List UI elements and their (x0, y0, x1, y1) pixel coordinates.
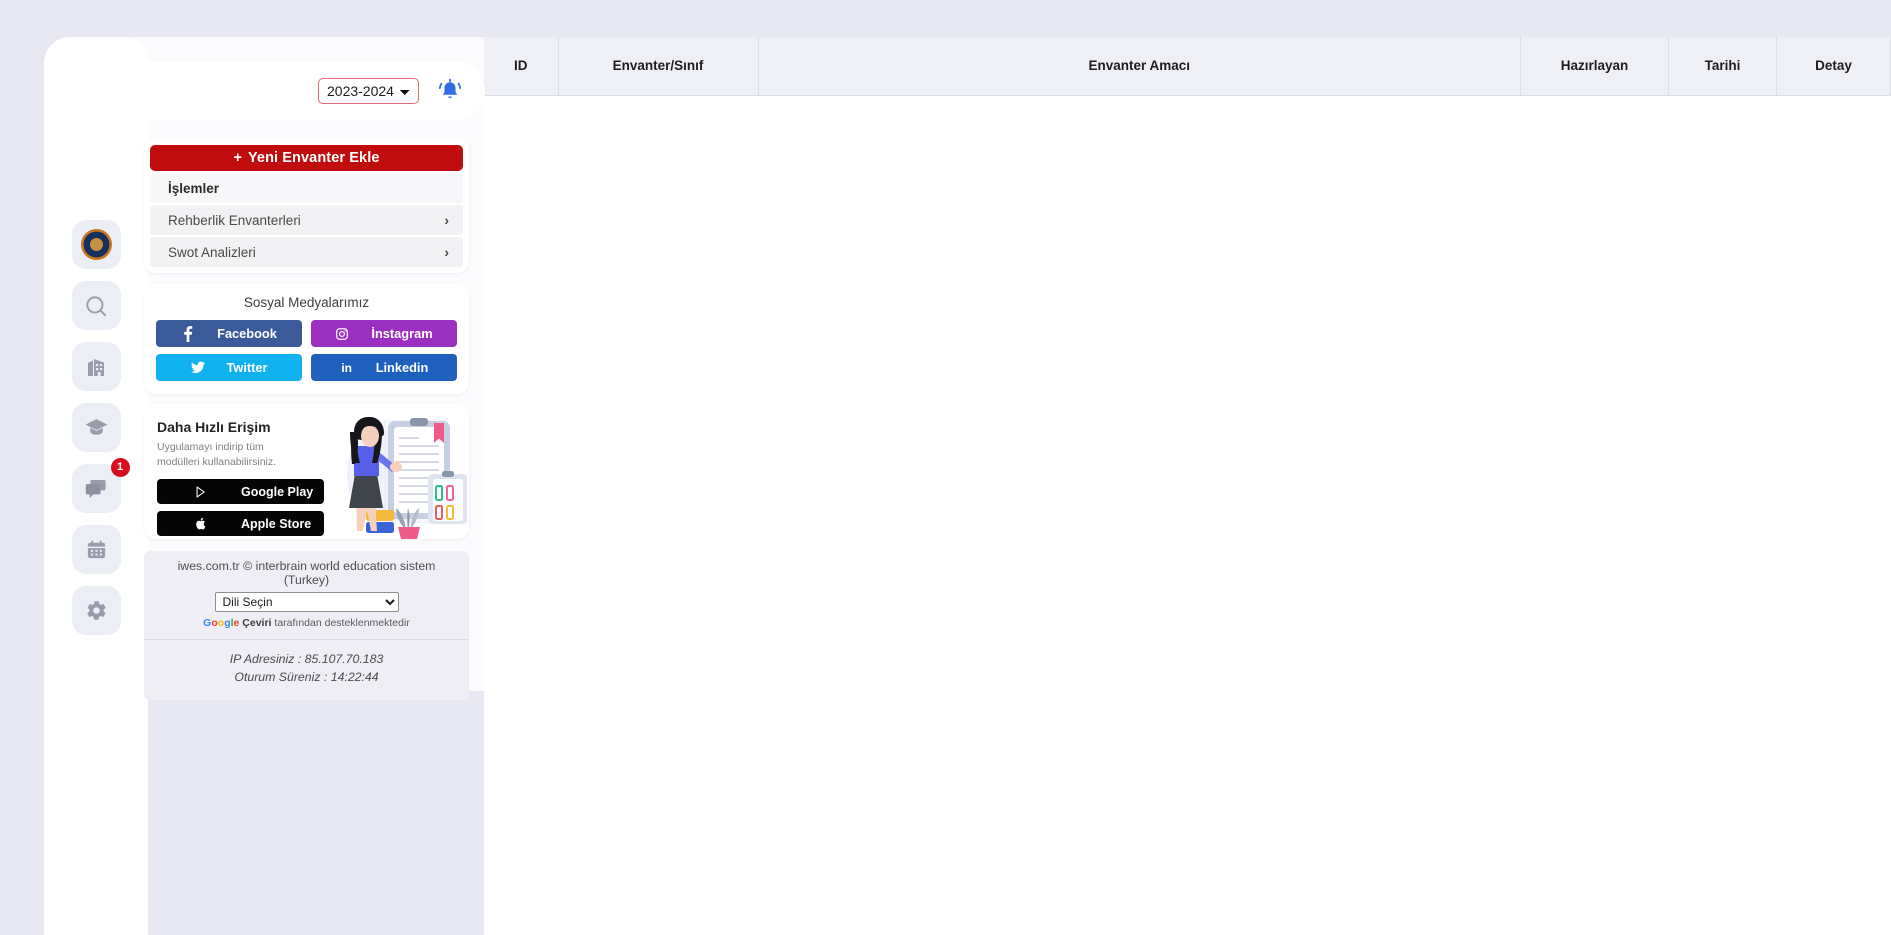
building-icon (84, 355, 108, 379)
linkedin-icon: in (341, 360, 353, 375)
google-play-label: Google Play (241, 484, 314, 499)
chevron-right-icon: › (444, 212, 449, 228)
session-duration-line: Oturum Süreniz : 14:22:44 (234, 669, 379, 684)
inventory-table-wrapper: ID Envanter/Sınıf Envanter Amacı Hazırla… (484, 37, 1891, 96)
linkedin-button[interactable]: in Linkedin (311, 354, 457, 381)
menu-item-label: Rehberlik Envanterleri (168, 212, 301, 228)
graduation-cap-icon (84, 415, 109, 440)
sidebar-item-settings[interactable] (71, 586, 121, 635)
table-header-row: ID Envanter/Sınıf Envanter Amacı Hazırla… (484, 37, 1891, 96)
sidebar-icon-list: 1 (44, 220, 148, 635)
column-header-id[interactable]: ID (484, 37, 559, 96)
content-area-background (484, 96, 1891, 935)
menu-item-rehberlik-envanterleri[interactable]: Rehberlik Envanterleri › (150, 205, 463, 235)
apple-store-button[interactable]: Apple Store (157, 511, 324, 537)
menu-item-label: Swot Analizleri (168, 244, 256, 260)
app-download-promo-card: Daha Hızlı Erişim Uygulamayı indirip tüm… (144, 404, 469, 539)
notification-bell-icon[interactable] (437, 77, 463, 105)
add-new-inventory-button[interactable]: + Yeni Envanter Ekle (150, 145, 463, 171)
promo-title: Daha Hızlı Erişim (157, 419, 271, 435)
column-header-prepared[interactable]: Hazırlayan (1520, 37, 1669, 96)
social-buttons-grid: Facebook İnstagram Twitter in Linkedin (156, 320, 457, 381)
apple-store-label: Apple Store (241, 516, 312, 531)
sidebar-item-school[interactable] (71, 342, 121, 391)
instagram-button[interactable]: İnstagram (311, 320, 457, 347)
google-translate-credit: Google Çeviri tarafından desteklenmekted… (154, 617, 459, 629)
facebook-label: Facebook (217, 326, 277, 341)
sidebar-item-search[interactable] (71, 281, 121, 330)
operations-menu-card: + Yeni Envanter Ekle İşlemler Rehberlik … (144, 139, 469, 273)
google-play-icon (195, 486, 207, 498)
sidebar-item-messages[interactable]: 1 (71, 458, 130, 513)
footer-brand-text: iwes.com.tr © interbrain world education… (177, 559, 436, 587)
twitter-button[interactable]: Twitter (156, 354, 302, 381)
apple-icon (195, 517, 207, 530)
calendar-icon (85, 538, 108, 561)
chevron-right-icon: › (444, 244, 449, 260)
menu-section-title: İşlemler (150, 173, 463, 203)
footer-top: iwes.com.tr © interbrain world education… (144, 551, 469, 640)
messages-badge: 1 (110, 458, 130, 477)
column-header-detail[interactable]: Detay (1776, 37, 1891, 96)
column-header-date[interactable]: Tarihi (1668, 37, 1777, 96)
app-root: 1 2023-2024 + Yeni Envanter Ekle İşlemle… (0, 0, 1891, 935)
sidebar-item-logo[interactable] (71, 220, 121, 269)
google-play-button[interactable]: Google Play (157, 479, 324, 505)
menu-item-swot-analizleri[interactable]: Swot Analizleri › (150, 237, 463, 267)
school-logo-icon (80, 229, 112, 260)
column-header-purpose[interactable]: Envanter Amacı (757, 37, 1521, 96)
social-media-card: Sosyal Medyalarımız Facebook İnstagram T… (144, 284, 469, 394)
add-new-inventory-label: Yeni Envanter Ekle (247, 150, 380, 166)
inventory-table-head: ID Envanter/Sınıf Envanter Amacı Hazırla… (484, 37, 1891, 96)
chat-bubbles-icon (84, 477, 108, 501)
footer-card: iwes.com.tr © interbrain world education… (144, 551, 469, 700)
instagram-label: İnstagram (371, 326, 433, 341)
search-icon (83, 293, 109, 319)
sidebar-item-calendar[interactable] (71, 525, 121, 574)
social-media-title: Sosyal Medyalarımız (243, 295, 370, 310)
top-bar: 2023-20242022-20232021-2022 (64, 62, 485, 120)
translate-rest: tarafından desteklenmektedir (274, 617, 410, 629)
footer-session-info: IP Adresiniz : 85.107.70.183 Oturum Süre… (144, 640, 469, 700)
twitter-icon (190, 361, 205, 374)
ip-address-line: IP Adresiniz : 85.107.70.183 (229, 652, 384, 666)
linkedin-label: Linkedin (375, 360, 429, 375)
language-select[interactable]: Dili SeçinTürkçeEnglish (214, 592, 399, 612)
promo-subtitle: Uygulamayı indirip tüm modülleri kullana… (157, 441, 277, 469)
facebook-icon (181, 325, 195, 342)
translate-label: Çeviri (242, 617, 272, 629)
google-wordmark: Google (203, 617, 240, 629)
column-header-class[interactable]: Envanter/Sınıf (557, 37, 759, 96)
plus-icon: + (233, 150, 243, 166)
inventory-table: ID Envanter/Sınıf Envanter Amacı Hazırla… (484, 37, 1891, 96)
facebook-button[interactable]: Facebook (156, 320, 302, 347)
twitter-label: Twitter (226, 360, 268, 375)
instagram-icon (335, 327, 349, 341)
academic-year-select[interactable]: 2023-20242022-20232021-2022 (318, 78, 419, 104)
gear-icon (85, 599, 108, 622)
sidebar-item-education[interactable] (71, 403, 121, 452)
